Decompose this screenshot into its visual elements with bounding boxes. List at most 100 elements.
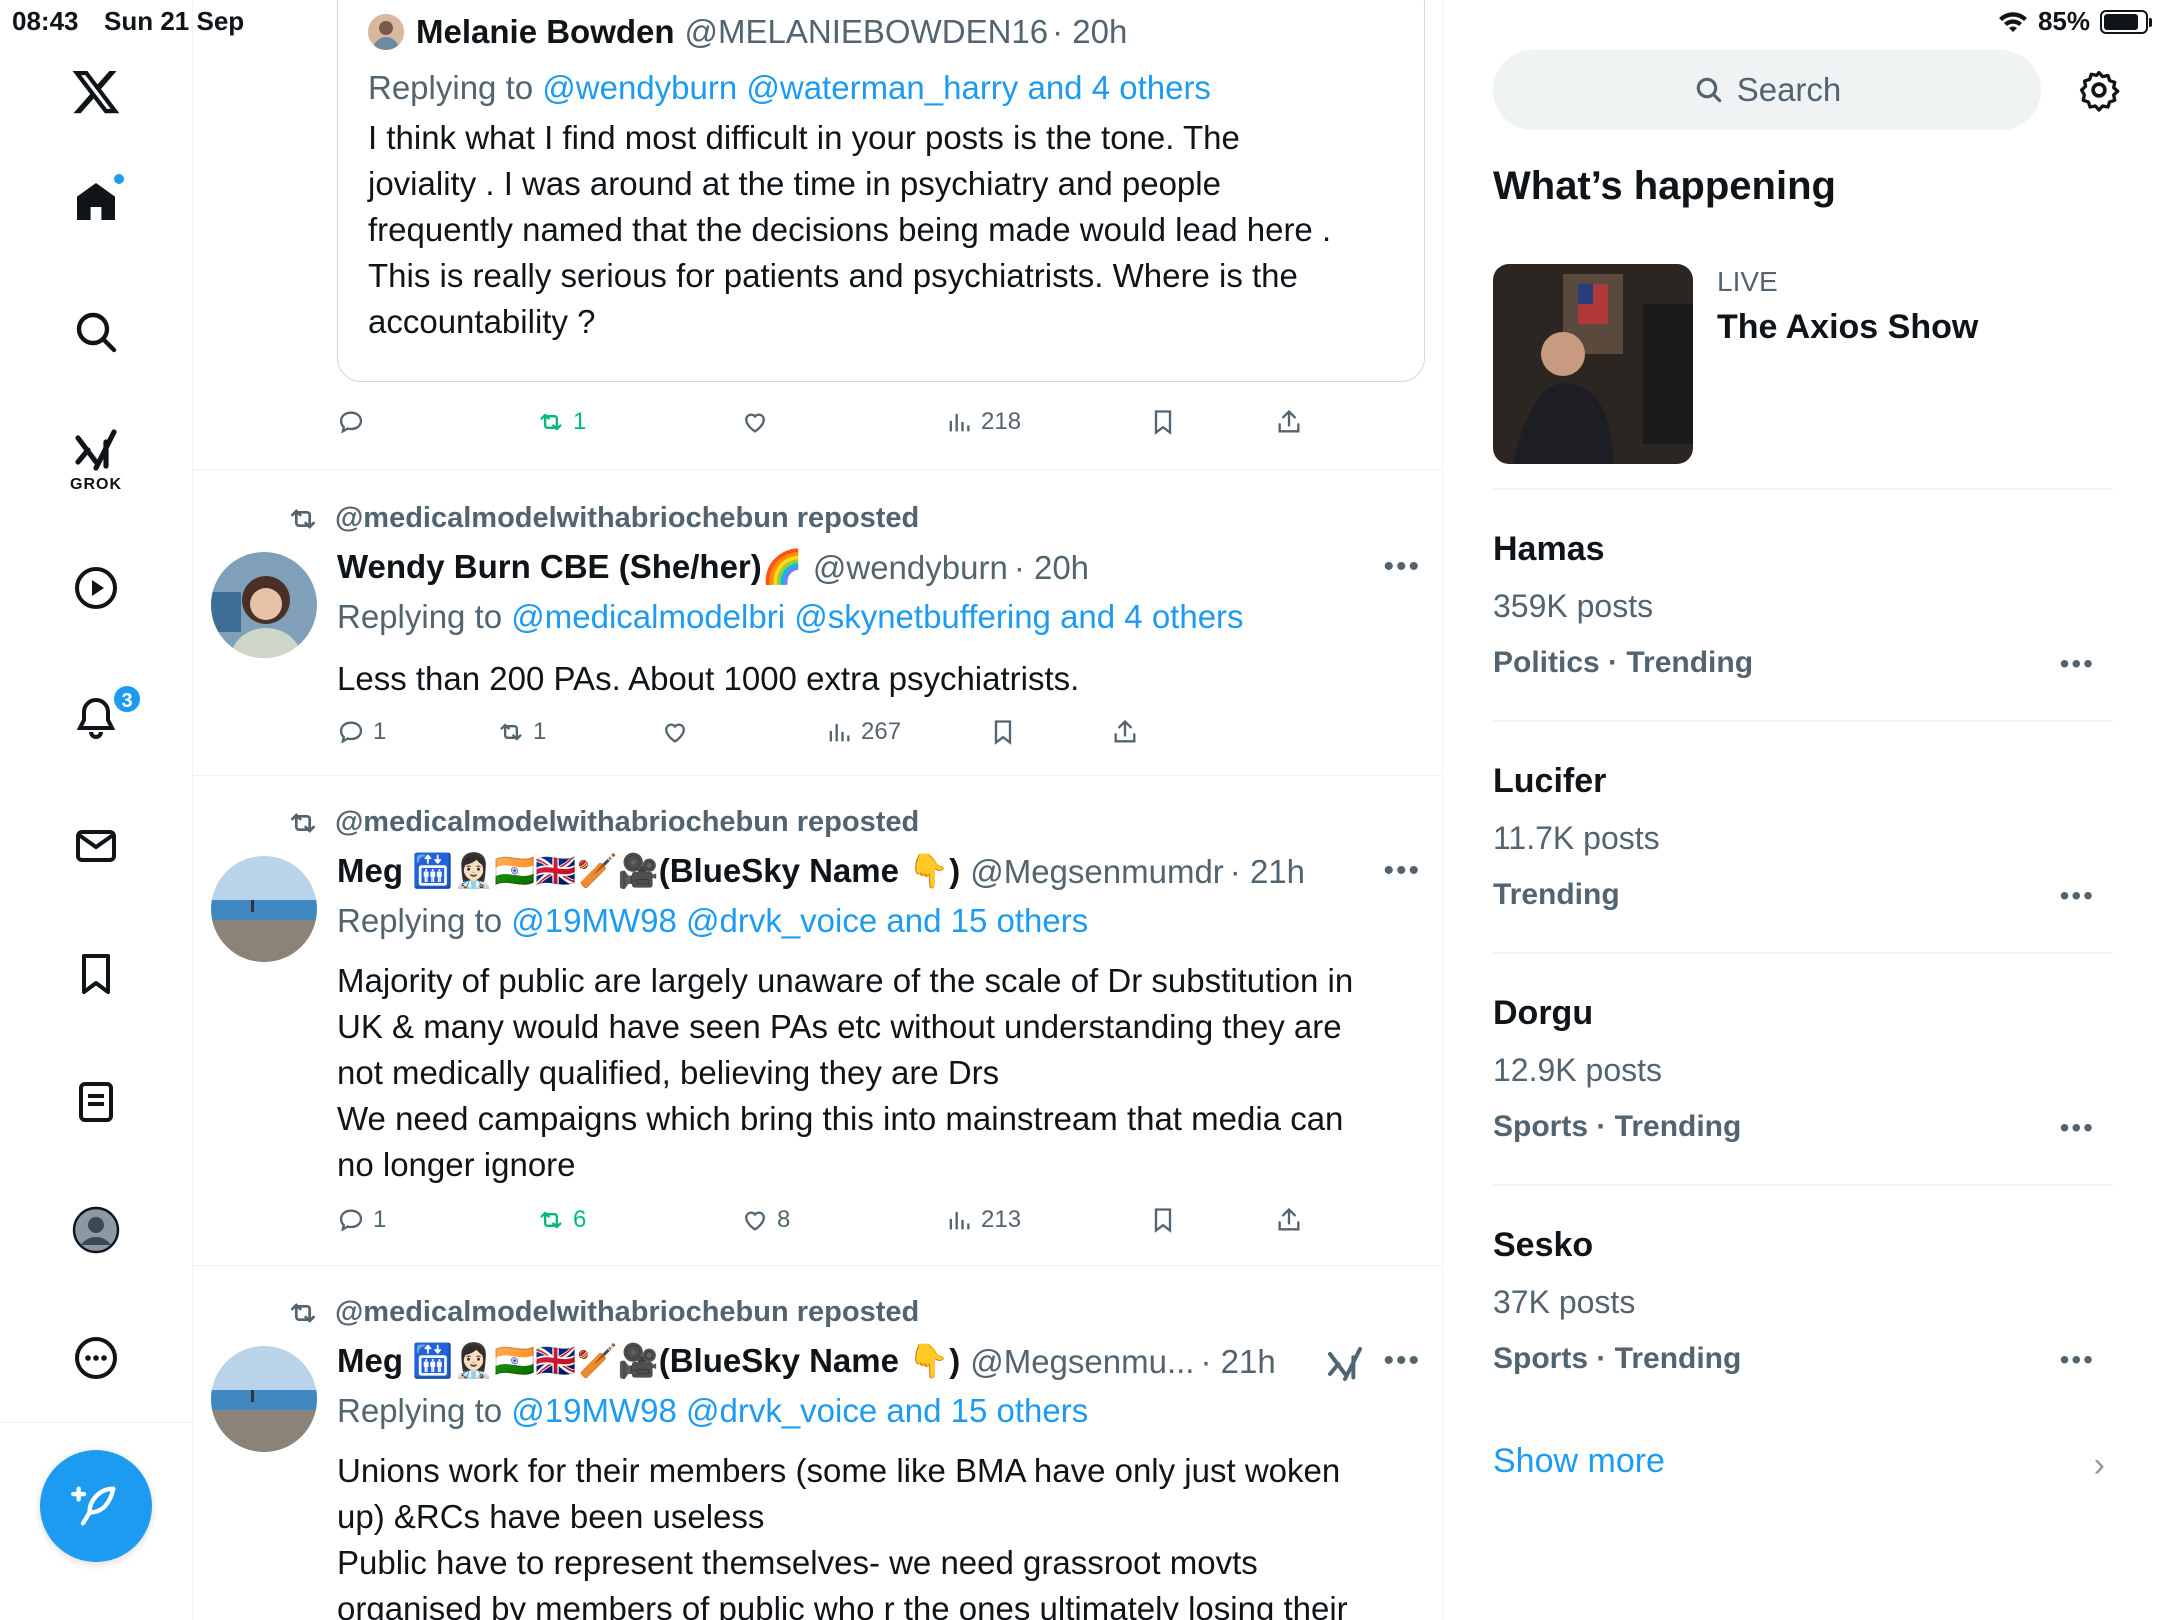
chevron-right-icon[interactable]: ›	[2094, 1446, 2105, 1485]
repost-context: @medicalmodelwithabriochebun reposted	[287, 502, 919, 535]
replying-to-links[interactable]: @19MW98 @drvk_voice and 15 others	[511, 1392, 1088, 1429]
like-button[interactable]: 8	[741, 1206, 790, 1234]
text-line: Majority of public are largely unaware o…	[337, 962, 1354, 999]
bookmark-button[interactable]	[989, 718, 1017, 746]
author-handle[interactable]: @Megsenmumdr	[970, 853, 1224, 891]
grok-explain-icon[interactable]	[1325, 1344, 1365, 1384]
trend-category: Sports · Trending	[1493, 1342, 1742, 1375]
heart-icon	[745, 1211, 765, 1231]
grok-icon	[75, 429, 117, 471]
parent-post-actions: 1 218	[193, 398, 1442, 470]
video-play-icon[interactable]	[72, 564, 120, 612]
replying-to: Replying to @wendyburn @waterman_harry a…	[368, 69, 1211, 107]
like-button[interactable]	[741, 408, 769, 436]
views-button[interactable]: 218	[945, 408, 1021, 436]
quoted-post-card[interactable]: Melanie Bowden @MELANIEBOWDEN16 · 20h Re…	[337, 0, 1425, 382]
reposted-by[interactable]: @medicalmodelwithabriochebun reposted	[335, 502, 919, 535]
bookmark-button[interactable]	[1149, 1206, 1177, 1234]
repost-button[interactable]: 6	[537, 1206, 586, 1234]
repost-icon	[291, 1302, 315, 1323]
views-button[interactable]: 267	[825, 718, 901, 746]
repost-button[interactable]: 1	[537, 408, 586, 436]
post-more-icon[interactable]: •••	[1383, 854, 1421, 888]
status-bar: 08:43 Sun 21 Sep 85%	[0, 0, 2160, 40]
replying-to-links[interactable]: @wendyburn @waterman_harry and 4 others	[542, 69, 1211, 106]
compose-feather-icon	[71, 1486, 116, 1526]
author-handle[interactable]: @wendyburn	[813, 549, 1008, 587]
reply-count: 1	[373, 1206, 387, 1233]
author-name[interactable]: Meg 🛗👩🏻‍⚕️🇮🇳🇬🇧🏏🎥(BlueSky Name 👇)	[337, 852, 960, 891]
text-line: This is really serious for patients and …	[368, 257, 1298, 294]
like-button[interactable]	[661, 718, 689, 746]
trend-more-icon[interactable]: •••	[2060, 880, 2095, 912]
share-button[interactable]	[1111, 718, 1139, 746]
bookmark-button[interactable]	[1149, 408, 1177, 436]
views-button[interactable]: 213	[945, 1206, 1021, 1234]
post-more-icon[interactable]: •••	[1383, 550, 1421, 584]
text-line: frequently named that the decisions bein…	[368, 211, 1332, 248]
notifications-bell-icon[interactable]: 3	[72, 684, 142, 742]
trend-category: Politics · Trending	[1493, 646, 1754, 679]
divider	[1493, 720, 2113, 722]
reply-button[interactable]: 1	[337, 718, 386, 746]
timeline-post[interactable]: @medicalmodelwithabriochebun reposted Me…	[193, 1266, 1442, 1620]
trend-more-icon[interactable]: •••	[2060, 648, 2095, 680]
battery-percent: 85%	[2037, 6, 2090, 36]
x-logo-icon[interactable]	[70, 66, 122, 118]
replying-prefix: Replying to	[337, 1392, 512, 1429]
home-icon[interactable]	[72, 172, 126, 226]
right-sidebar: Search What’s happening LIVE The Axios S…	[1493, 0, 2120, 1620]
replying-to-links[interactable]: @19MW98 @drvk_voice and 15 others	[511, 902, 1088, 939]
post-header: Meg 🛗👩🏻‍⚕️🇮🇳🇬🇧🏏🎥(BlueSky Name 👇) @Megsen…	[337, 1342, 1276, 1381]
compose-post-button[interactable]	[40, 1450, 152, 1562]
heart-icon	[665, 723, 685, 743]
divider	[1493, 488, 2113, 490]
trend-more-icon[interactable]: •••	[2060, 1344, 2095, 1376]
post-time: · 20h	[1013, 548, 1090, 586]
show-more-link[interactable]: Show more	[1493, 1442, 1665, 1481]
trend-name: Sesko	[1493, 1226, 1594, 1264]
replying-to-links[interactable]: @medicalmodelbri @skynetbuffering and 4 …	[511, 598, 1243, 635]
reply-button[interactable]	[337, 408, 365, 436]
share-icon	[1278, 409, 1300, 433]
author-name[interactable]: Wendy Burn CBE (She/her)🌈	[337, 548, 803, 587]
notifications-badge: 3	[112, 684, 142, 714]
repost-button[interactable]: 1	[497, 718, 546, 746]
search-input[interactable]: Search	[1493, 50, 2041, 130]
reposted-by[interactable]: @medicalmodelwithabriochebun reposted	[335, 1296, 919, 1329]
views-chart-icon	[949, 413, 970, 432]
views-chart-icon	[949, 1211, 970, 1230]
post-more-icon[interactable]: •••	[1383, 1344, 1421, 1378]
author-name[interactable]: Meg 🛗👩🏻‍⚕️🇮🇳🇬🇧🏏🎥(BlueSky Name 👇)	[337, 1342, 960, 1381]
reposted-by[interactable]: @medicalmodelwithabriochebun reposted	[335, 806, 919, 839]
trend-more-icon[interactable]: •••	[2060, 1112, 2095, 1144]
avatar[interactable]	[211, 1346, 317, 1452]
avatar[interactable]	[211, 552, 317, 658]
author-handle[interactable]: @Megsenmu...	[970, 1343, 1194, 1381]
grok-nav[interactable]: GROK	[70, 426, 122, 494]
profile-avatar-icon[interactable]	[72, 1206, 120, 1254]
more-options-icon[interactable]	[72, 1334, 120, 1382]
trend-name: Dorgu	[1493, 994, 1594, 1032]
avatar[interactable]	[211, 856, 317, 962]
post-text: I think what I find most difficult in yo…	[368, 115, 1408, 345]
repost-icon	[291, 508, 315, 529]
share-button[interactable]	[1275, 1206, 1303, 1234]
messages-mail-icon[interactable]	[72, 822, 120, 870]
status-time: 08:43	[12, 6, 79, 36]
heart-icon	[745, 413, 765, 433]
timeline-post[interactable]: @medicalmodelwithabriochebun reposted Me…	[193, 776, 1442, 1266]
reply-button[interactable]: 1	[337, 1206, 386, 1234]
post-text: Less than 200 PAs. About 1000 extra psyc…	[337, 656, 1417, 702]
text-line: Public have to represent themselves- we …	[337, 1544, 1258, 1581]
settings-gear-icon[interactable]	[2077, 68, 2121, 112]
share-button[interactable]	[1275, 408, 1303, 436]
live-thumbnail[interactable]	[1493, 264, 1693, 464]
timeline-post[interactable]: @medicalmodelwithabriochebun reposted We…	[193, 470, 1442, 776]
bookmarks-icon[interactable]	[72, 950, 120, 998]
live-title[interactable]: The Axios Show	[1717, 308, 1978, 347]
lists-icon[interactable]	[72, 1078, 120, 1126]
text-line: We need campaigns which bring this into …	[337, 1100, 1344, 1137]
like-count: 8	[777, 1206, 791, 1233]
explore-search-icon[interactable]	[72, 308, 120, 356]
